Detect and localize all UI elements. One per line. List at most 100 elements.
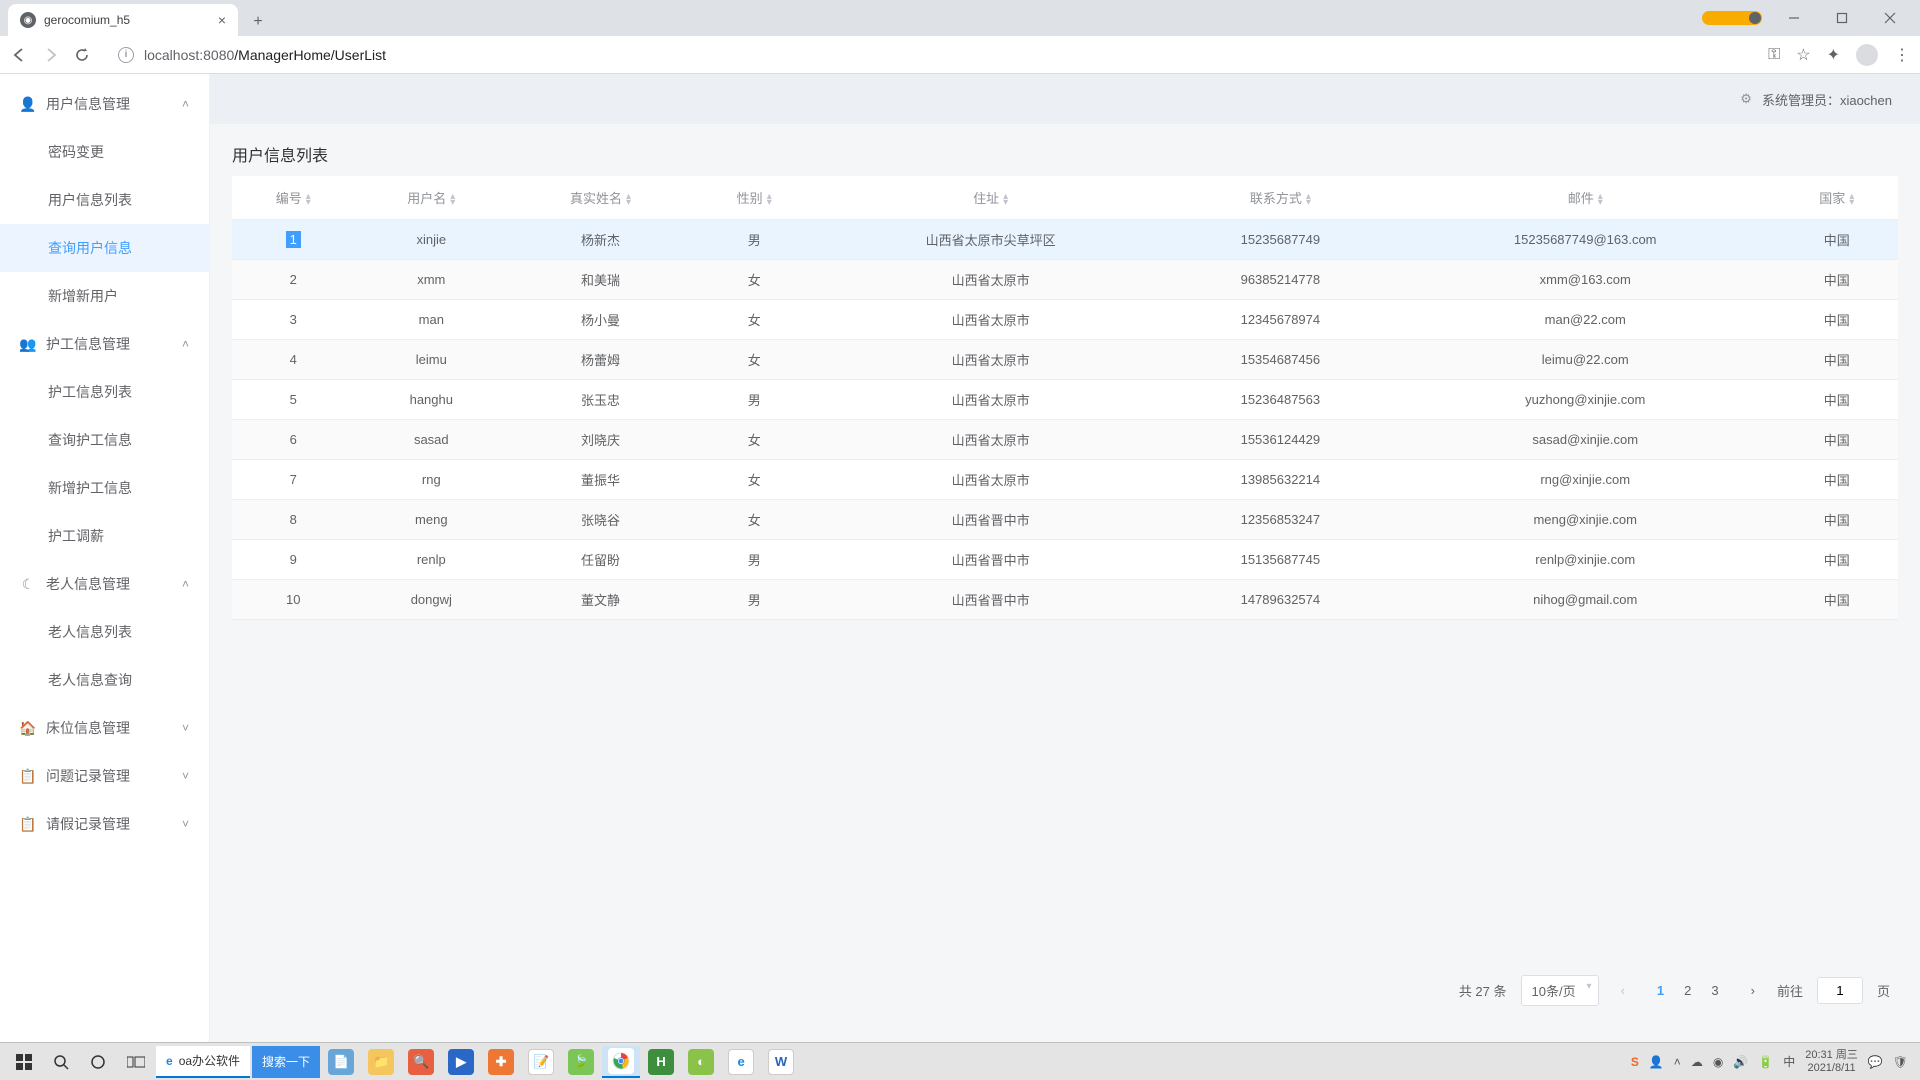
taskbar-app-4[interactable]: ▶ xyxy=(442,1046,480,1078)
tray-onedrive-icon[interactable]: ☁ xyxy=(1691,1055,1703,1069)
taskbar-app-9[interactable]: ◐ xyxy=(682,1046,720,1078)
taskbar-app-2[interactable]: 📁 xyxy=(362,1046,400,1078)
page-number[interactable]: 1 xyxy=(1647,979,1674,1002)
table-row[interactable]: 6sasad刘晓庆女山西省太原市15536124429sasad@xinjie.… xyxy=(232,420,1898,460)
column-header[interactable]: 联系方式▴▾ xyxy=(1166,176,1395,220)
menu-group-4[interactable]: 📋问题记录管理˅ xyxy=(0,752,209,800)
doc-icon: 📋 xyxy=(20,768,36,785)
taskbar-app-11[interactable]: W xyxy=(762,1046,800,1078)
cell-country: 中国 xyxy=(1775,260,1898,300)
submenu-item[interactable]: 新增新用户 xyxy=(0,272,209,320)
taskbar-app-6[interactable]: 📝 xyxy=(522,1046,560,1078)
column-header[interactable]: 用户名▴▾ xyxy=(354,176,508,220)
table-row[interactable]: 1xinjie杨新杰男山西省太原市尖草坪区1523568774915235687… xyxy=(232,220,1898,260)
sidebar: 👤用户信息管理˄密码变更用户信息列表查询用户信息新增新用户👥护工信息管理˄护工信… xyxy=(0,74,210,1042)
goto-page-input[interactable] xyxy=(1817,977,1863,1004)
start-button[interactable] xyxy=(6,1046,42,1078)
submenu-item[interactable]: 查询护工信息 xyxy=(0,416,209,464)
table-row[interactable]: 2xmm和美瑞女山西省太原市96385214778xmm@163.com中国 xyxy=(232,260,1898,300)
next-page-button[interactable]: › xyxy=(1743,979,1763,1002)
tray-ime-icon[interactable]: 中 xyxy=(1783,1053,1795,1070)
menu-group-1[interactable]: 👥护工信息管理˄ xyxy=(0,320,209,368)
key-icon[interactable]: ⚿ xyxy=(1768,46,1780,64)
tray-sogou-icon[interactable]: S xyxy=(1631,1055,1639,1069)
submenu-item[interactable]: 用户信息列表 xyxy=(0,176,209,224)
content: 用户信息列表 编号▴▾用户名▴▾真实姓名▴▾性别▴▾住址▴▾联系方式▴▾邮件▴▾… xyxy=(210,124,1920,1042)
menu-group-3[interactable]: 🏠床位信息管理˅ xyxy=(0,704,209,752)
taskbar-app-1[interactable]: 📄 xyxy=(322,1046,360,1078)
tray-volume-icon[interactable]: 🔊 xyxy=(1733,1055,1748,1069)
taskbar-search-box[interactable]: 搜索一下 xyxy=(252,1046,320,1078)
taskbar-app-3[interactable]: 🔍 xyxy=(402,1046,440,1078)
column-header[interactable]: 真实姓名▴▾ xyxy=(508,176,693,220)
cell-gender: 男 xyxy=(693,220,815,260)
table-row[interactable]: 10dongwj董文静男山西省晋中市14789632574nihog@gmail… xyxy=(232,580,1898,620)
doc-icon: 📋 xyxy=(20,816,36,833)
column-header[interactable]: 住址▴▾ xyxy=(815,176,1165,220)
account-pill[interactable] xyxy=(1702,11,1762,25)
extensions-icon[interactable]: ✦ xyxy=(1827,45,1840,65)
tray-people-icon[interactable]: 👤 xyxy=(1649,1055,1664,1069)
tray-shield-icon[interactable]: 🛡 xyxy=(1893,1055,1908,1069)
submenu-item[interactable]: 新增护工信息 xyxy=(0,464,209,512)
task-view-button[interactable] xyxy=(118,1046,154,1078)
taskbar-app-7[interactable]: 🍃 xyxy=(562,1046,600,1078)
menu-group-0[interactable]: 👤用户信息管理˄ xyxy=(0,80,209,128)
submenu-item[interactable]: 护工信息列表 xyxy=(0,368,209,416)
taskbar-app-ie[interactable]: e oa办公软件 xyxy=(156,1046,250,1078)
cell-realname: 杨新杰 xyxy=(508,220,693,260)
back-button[interactable] xyxy=(10,46,28,64)
page-size-select[interactable]: 10条/页 xyxy=(1521,975,1599,1006)
submenu-item[interactable]: 老人信息查询 xyxy=(0,656,209,704)
cell-username: hanghu xyxy=(354,380,508,420)
table-row[interactable]: 7rng董振华女山西省太原市13985632214rng@xinjie.com中… xyxy=(232,460,1898,500)
table-row[interactable]: 4leimu杨蕾姆女山西省太原市15354687456leimu@22.com中… xyxy=(232,340,1898,380)
prev-page-button[interactable]: ‹ xyxy=(1613,979,1633,1002)
column-header[interactable]: 国家▴▾ xyxy=(1775,176,1898,220)
taskbar-app-5[interactable]: ✚ xyxy=(482,1046,520,1078)
menu-group-5[interactable]: 📋请假记录管理˅ xyxy=(0,800,209,848)
submenu-item[interactable]: 护工调薪 xyxy=(0,512,209,560)
tray-battery-icon[interactable]: 🔋 xyxy=(1758,1055,1773,1069)
tray-wifi-icon[interactable]: ◉ xyxy=(1713,1055,1723,1069)
column-header[interactable]: 邮件▴▾ xyxy=(1395,176,1776,220)
search-button[interactable] xyxy=(44,1046,78,1078)
submenu-item[interactable]: 密码变更 xyxy=(0,128,209,176)
taskbar-clock[interactable]: 20:31 周三 2021/8/11 xyxy=(1805,1049,1858,1073)
close-window-button[interactable] xyxy=(1868,3,1912,33)
url-field[interactable]: i localhost:8080/ManagerHome/UserList xyxy=(104,40,1754,70)
column-header[interactable]: 编号▴▾ xyxy=(232,176,354,220)
reload-button[interactable] xyxy=(74,47,90,63)
taskbar-app-10[interactable]: e xyxy=(722,1046,760,1078)
submenu-item[interactable]: 查询用户信息 xyxy=(0,224,209,272)
menu-group-2[interactable]: ☾老人信息管理˄ xyxy=(0,560,209,608)
maximize-button[interactable] xyxy=(1820,3,1864,33)
menu-icon[interactable]: ⋮ xyxy=(1894,45,1910,65)
forward-button[interactable] xyxy=(42,46,60,64)
table-row[interactable]: 5hanghu张玉忠男山西省太原市15236487563yuzhong@xinj… xyxy=(232,380,1898,420)
taskbar-app-8[interactable]: H xyxy=(642,1046,680,1078)
minimize-button[interactable] xyxy=(1772,3,1816,33)
address-bar: i localhost:8080/ManagerHome/UserList ⚿ … xyxy=(0,36,1920,74)
taskbar-app-chrome[interactable] xyxy=(602,1046,640,1078)
tray-chevron-up-icon[interactable]: ˄ xyxy=(1674,1055,1681,1069)
tray-notifications-icon[interactable]: 💬 xyxy=(1868,1055,1883,1069)
cell-address: 山西省太原市 xyxy=(815,260,1165,300)
table-row[interactable]: 9renlp任留盼男山西省晋中市15135687745renlp@xinjie.… xyxy=(232,540,1898,580)
page-number[interactable]: 3 xyxy=(1701,979,1728,1002)
profile-icon[interactable] xyxy=(1856,44,1878,66)
page-number[interactable]: 2 xyxy=(1674,979,1701,1002)
table-row[interactable]: 8meng张晓谷女山西省晋中市12356853247meng@xinjie.co… xyxy=(232,500,1898,540)
info-icon[interactable]: i xyxy=(118,47,134,63)
table-row[interactable]: 3man杨小曼女山西省太原市12345678974man@22.com中国 xyxy=(232,300,1898,340)
column-header[interactable]: 性别▴▾ xyxy=(693,176,815,220)
close-icon[interactable]: × xyxy=(218,12,226,28)
submenu-item[interactable]: 老人信息列表 xyxy=(0,608,209,656)
cortana-button[interactable] xyxy=(80,1046,116,1078)
gear-icon[interactable]: ⚙ xyxy=(1740,91,1752,107)
star-icon[interactable]: ☆ xyxy=(1796,45,1810,65)
cell-id: 8 xyxy=(232,500,354,540)
browser-tab[interactable]: ◉ gerocomium_h5 × xyxy=(8,4,238,36)
cell-country: 中国 xyxy=(1775,580,1898,620)
new-tab-button[interactable]: + xyxy=(244,8,272,36)
